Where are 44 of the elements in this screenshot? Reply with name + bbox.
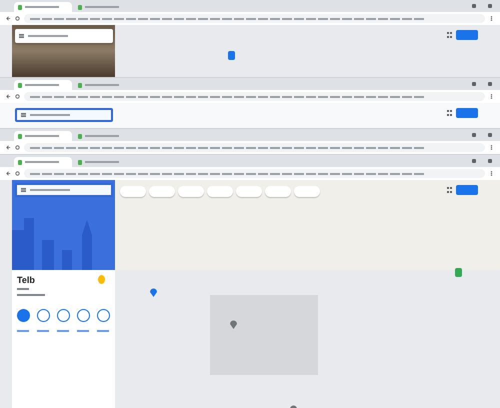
action-button[interactable] [37,309,50,322]
reload-icon[interactable] [15,94,20,99]
map-pin-icon [150,288,157,297]
maximize-icon[interactable] [488,82,492,86]
menu-icon[interactable] [489,94,494,99]
map-pin-icon [230,320,237,329]
browser-tab[interactable] [14,131,72,141]
maximize-icon[interactable] [488,4,492,8]
menu-icon[interactable] [19,34,24,38]
search-field[interactable] [15,29,113,43]
apps-icon[interactable] [447,32,452,38]
menu-icon[interactable] [489,16,494,21]
action-button[interactable] [57,309,70,322]
back-icon[interactable] [6,171,11,176]
apps-icon[interactable] [447,110,452,116]
weather-sun-icon [98,275,105,284]
menu-icon[interactable] [489,171,494,176]
maximize-icon[interactable] [488,133,492,137]
minimize-icon[interactable] [472,4,476,8]
browser-tab[interactable] [14,80,72,90]
back-icon[interactable] [6,16,11,21]
browser-tab[interactable] [14,157,72,167]
reload-icon[interactable] [15,171,20,176]
search-field[interactable] [15,183,113,197]
maximize-icon[interactable] [488,159,492,163]
back-icon[interactable] [6,145,11,150]
place-title: Telb [17,275,35,285]
minimize-icon[interactable] [472,133,476,137]
minimize-icon[interactable] [472,159,476,163]
browser-tab[interactable] [14,2,72,12]
search-field[interactable] [15,108,113,122]
action-button[interactable] [77,309,90,322]
reload-icon[interactable] [15,16,20,21]
menu-icon[interactable] [21,188,26,192]
minimize-icon[interactable] [472,82,476,86]
back-icon[interactable] [6,94,11,99]
map-pin-icon [455,268,462,277]
menu-icon[interactable] [21,113,26,117]
menu-icon[interactable] [489,145,494,150]
reload-icon[interactable] [15,145,20,150]
map-pin-icon [228,51,235,60]
action-button[interactable] [97,309,110,322]
apps-icon[interactable] [447,187,452,193]
action-button[interactable] [17,309,30,322]
